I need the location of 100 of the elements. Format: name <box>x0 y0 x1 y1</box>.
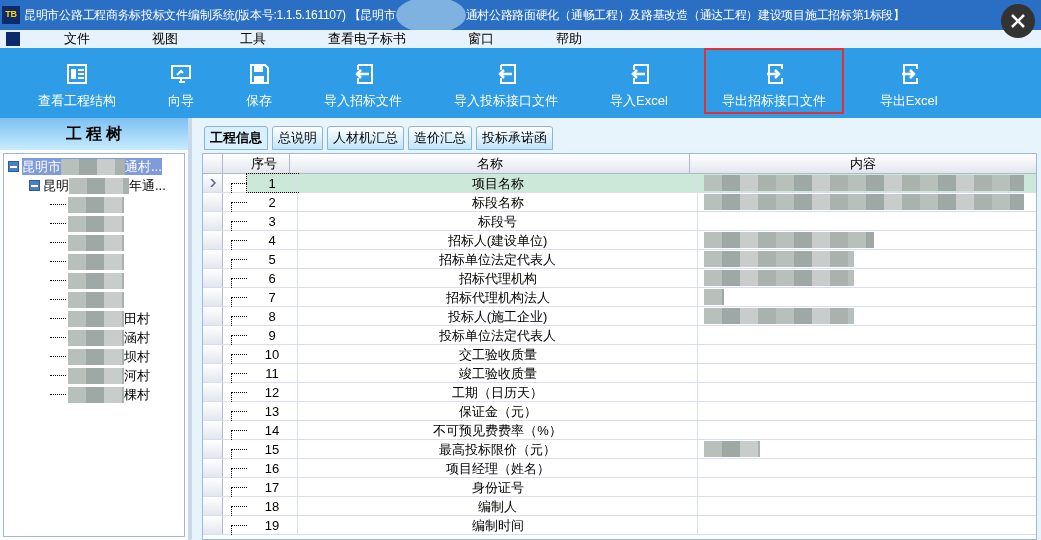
tree-connector <box>50 299 66 300</box>
menu-item[interactable]: 工具 <box>218 29 288 49</box>
tree-connector <box>50 261 66 262</box>
table-cell: 7 <box>247 288 298 306</box>
row-selector[interactable] <box>203 497 223 515</box>
tree-connector <box>50 204 66 205</box>
row-selector[interactable] <box>203 364 223 382</box>
redaction-blur <box>68 367 124 384</box>
save-icon <box>248 62 270 85</box>
table-cell: 身份证号 <box>298 478 698 496</box>
table-cell: 1 <box>247 174 298 192</box>
column-header: 内容 <box>849 155 877 173</box>
redaction-blur <box>68 310 124 327</box>
tree-item[interactable]: 昆明 年通... <box>43 177 166 194</box>
table-cell: 标段号 <box>298 212 698 230</box>
tree-item[interactable] <box>68 215 124 232</box>
redaction-blur <box>69 177 129 194</box>
menu-logo-icon <box>6 32 20 46</box>
current-row-icon <box>209 179 216 187</box>
table-cell: 招标代理机构 <box>298 269 698 287</box>
row-selector[interactable] <box>203 250 223 268</box>
table-cell: 招标代理机构法人 <box>298 288 698 306</box>
menu-item[interactable]: 文件 <box>42 29 112 49</box>
redaction-blur <box>68 386 124 403</box>
tree-item[interactable] <box>68 272 124 289</box>
table-cell: 编制人 <box>298 497 698 515</box>
tab[interactable]: 人材机汇总 <box>327 126 404 150</box>
redaction-blur <box>68 215 124 232</box>
tree-connector <box>50 280 66 281</box>
row-selector[interactable] <box>203 307 223 325</box>
table-cell: 17 <box>247 478 298 496</box>
table-cell: 标段名称 <box>298 193 698 211</box>
table-cell: 编制时间 <box>298 516 698 534</box>
table-cell: 3 <box>247 212 298 230</box>
redaction-blur <box>68 272 124 289</box>
tree-connector <box>50 394 66 395</box>
table-cell: 18 <box>247 497 298 515</box>
tree-item[interactable]: 涵村 <box>68 329 150 346</box>
row-selector[interactable] <box>203 478 223 496</box>
close-button[interactable] <box>1001 4 1035 38</box>
collapse-toggle-icon[interactable] <box>8 161 19 172</box>
menu-item[interactable]: 查看电子标书 <box>306 29 428 49</box>
menu-item[interactable]: 帮助 <box>534 29 604 49</box>
redaction-blur <box>61 158 125 175</box>
redaction-blur <box>68 234 124 251</box>
redaction-blur <box>68 253 124 270</box>
table-cell: 投标单位法定代表人 <box>298 326 698 344</box>
table-cell: 14 <box>247 421 298 439</box>
table-cell: 交工验收质量 <box>298 345 698 363</box>
row-selector[interactable] <box>203 345 223 363</box>
table-cell: 投标人(施工企业) <box>298 307 698 325</box>
row-selector[interactable] <box>203 288 223 306</box>
table-cell: 工期（日历天） <box>298 383 698 401</box>
row-selector[interactable] <box>203 440 223 458</box>
collapse-toggle-icon[interactable] <box>29 180 40 191</box>
redaction-blur <box>704 441 760 457</box>
menu-item[interactable]: 视图 <box>130 29 200 49</box>
row-selector[interactable] <box>203 459 223 477</box>
redaction-blur <box>68 291 124 308</box>
menu-item[interactable]: 窗口 <box>446 29 516 49</box>
table-cell: 15 <box>247 440 298 458</box>
row-selector[interactable] <box>203 326 223 344</box>
tree-item[interactable] <box>68 196 124 213</box>
tree-item[interactable] <box>68 253 124 270</box>
tree-item[interactable]: 棵村 <box>68 386 150 403</box>
tab[interactable]: 造价汇总 <box>408 126 472 150</box>
table-cell: 10 <box>247 345 298 363</box>
table-cell: 招标单位法定代表人 <box>298 250 698 268</box>
tree-item[interactable]: 河村 <box>68 367 150 384</box>
tree-item[interactable]: 坝村 <box>68 348 150 365</box>
table-cell: 不可预见费费率（%） <box>298 421 698 439</box>
row-selector[interactable] <box>203 402 223 420</box>
tab[interactable]: 总说明 <box>272 126 323 150</box>
tree-title: 工 程 树 <box>0 118 188 150</box>
redaction-blur <box>68 348 124 365</box>
row-selector[interactable] <box>203 269 223 287</box>
row-selector[interactable] <box>203 516 223 534</box>
tree-connector <box>50 318 66 319</box>
table-cell: 2 <box>247 193 298 211</box>
tree-item[interactable]: 田村 <box>68 310 150 327</box>
table-cell: 竣工验收质量 <box>298 364 698 382</box>
tree-connector <box>50 337 66 338</box>
table-cell: 项目名称 <box>298 174 698 192</box>
table-cell: 8 <box>247 307 298 325</box>
table-cell: 项目经理（姓名） <box>298 459 698 477</box>
tree-item[interactable] <box>68 234 124 251</box>
row-selector[interactable] <box>203 383 223 401</box>
tab[interactable]: 投标承诺函 <box>476 126 553 150</box>
window-title: 通村公路路面硬化（通畅工程）及路基改造（通达工程）建设项目施工招标第1标段】 <box>465 7 905 24</box>
table-cell: 19 <box>247 516 298 534</box>
redaction-blur <box>68 329 124 346</box>
monitor-icon <box>170 62 192 85</box>
row-selector[interactable] <box>203 212 223 230</box>
tree-item[interactable] <box>68 291 124 308</box>
row-selector[interactable] <box>203 174 223 192</box>
row-selector[interactable] <box>203 421 223 439</box>
row-selector[interactable] <box>203 193 223 211</box>
table-cell: 5 <box>247 250 298 268</box>
row-selector[interactable] <box>203 231 223 249</box>
tab[interactable]: 工程信息 <box>204 126 268 150</box>
